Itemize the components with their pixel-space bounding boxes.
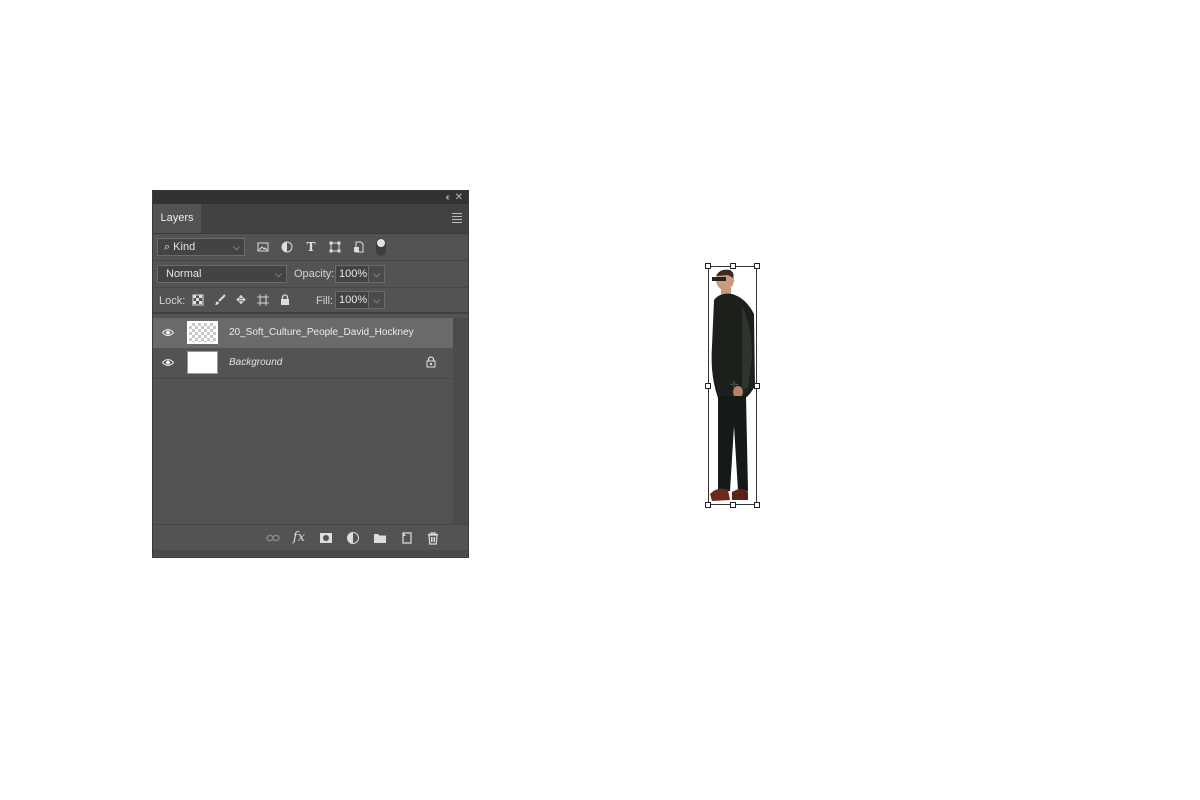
fill-input[interactable]: 100% <box>335 291 369 309</box>
layer-list: 20_Soft_Culture_People_David_Hockney Bac… <box>153 318 453 524</box>
blend-mode-value: Normal <box>166 268 202 280</box>
transform-handle-bottom[interactable] <box>730 502 736 508</box>
fx-icon[interactable]: fx <box>292 531 306 545</box>
add-mask-icon[interactable] <box>319 531 333 545</box>
type-filter-icon[interactable]: T <box>305 241 317 253</box>
blend-row: Normal ⌵ Opacity: 100% ⌵ <box>153 261 468 288</box>
fill-dropdown-chevron-icon[interactable]: ⌵ <box>369 291 385 309</box>
transform-handle-bottom-left[interactable] <box>705 502 711 508</box>
close-panel-icon[interactable]: ✕ <box>455 191 463 204</box>
transform-handle-top-left[interactable] <box>705 263 711 269</box>
filter-row: ⌕ Kind ⌵ T <box>153 234 468 261</box>
lock-label: Lock: <box>159 295 186 307</box>
panel-menu-icon[interactable] <box>452 213 462 225</box>
link-layers-icon[interactable] <box>266 531 280 545</box>
panel-tabbar: Layers <box>153 204 468 234</box>
layers-bottom-toolbar: fx <box>153 524 468 551</box>
panel-resize-grip[interactable] <box>153 550 468 556</box>
transform-handle-bottom-right[interactable] <box>754 502 760 508</box>
layer-name[interactable]: Background <box>229 357 282 368</box>
lock-artboard-icon[interactable] <box>257 294 269 306</box>
transform-handle-left[interactable] <box>705 383 711 389</box>
opacity-input[interactable]: 100% <box>335 265 369 283</box>
visibility-eye-icon[interactable] <box>162 328 174 337</box>
panel-titlebar: ‹‹ ✕ <box>153 191 468 204</box>
layer-thumbnail[interactable] <box>187 351 218 374</box>
adjustment-layer-icon[interactable] <box>346 531 360 545</box>
new-group-icon[interactable] <box>373 531 387 545</box>
lock-transparent-pixels-icon[interactable] <box>192 294 204 306</box>
chevron-down-icon: ⌵ <box>275 269 282 279</box>
chevron-down-icon: ⌵ <box>233 242 240 252</box>
lock-position-move-icon[interactable]: ✥ <box>235 294 247 306</box>
layer-row-selected[interactable]: 20_Soft_Culture_People_David_Hockney <box>153 318 453 348</box>
lock-all-icon[interactable] <box>279 294 291 306</box>
search-icon: ⌕ <box>164 241 171 253</box>
shape-filter-icon[interactable] <box>329 241 341 253</box>
lock-image-pixels-brush-icon[interactable] <box>214 294 226 306</box>
delete-layer-icon[interactable] <box>426 531 440 545</box>
lock-row: Lock: ✥ Fill: 100% ⌵ <box>153 288 468 314</box>
filter-toggle-switch[interactable] <box>376 238 386 256</box>
layer-name[interactable]: 20_Soft_Culture_People_David_Hockney <box>229 327 414 338</box>
visibility-eye-icon[interactable] <box>162 358 174 367</box>
layers-panel: ‹‹ ✕ Layers ⌕Kind ⌵ T Normal ⌵ Opacity: <box>152 190 469 558</box>
transform-selection[interactable]: ✛ <box>705 263 760 508</box>
image-filter-icon[interactable] <box>257 241 269 253</box>
transform-handle-top[interactable] <box>730 263 736 269</box>
transform-handle-top-right[interactable] <box>754 263 760 269</box>
transform-handle-right[interactable] <box>754 383 760 389</box>
new-layer-icon[interactable] <box>400 531 414 545</box>
filter-kind-dropdown[interactable]: ⌕ Kind ⌵ <box>157 238 245 256</box>
opacity-dropdown-chevron-icon[interactable]: ⌵ <box>369 265 385 283</box>
layer-lock-icon <box>426 356 436 368</box>
tab-layers[interactable]: Layers <box>153 204 201 233</box>
collapse-panel-icon[interactable]: ‹‹ <box>445 191 449 204</box>
layer-list-scrollbar[interactable] <box>453 318 468 524</box>
fill-label: Fill: <box>316 295 334 307</box>
filter-kind-label: Kind <box>173 241 196 253</box>
transform-reference-point-icon[interactable]: ✛ <box>730 380 738 391</box>
layer-thumbnail[interactable] <box>187 321 218 344</box>
smart-object-filter-icon[interactable] <box>353 241 365 253</box>
adjustment-filter-icon[interactable] <box>281 241 293 253</box>
blend-mode-dropdown[interactable]: Normal ⌵ <box>157 265 287 283</box>
opacity-label: Opacity: <box>294 268 335 280</box>
layer-row-background[interactable]: Background <box>153 348 453 379</box>
